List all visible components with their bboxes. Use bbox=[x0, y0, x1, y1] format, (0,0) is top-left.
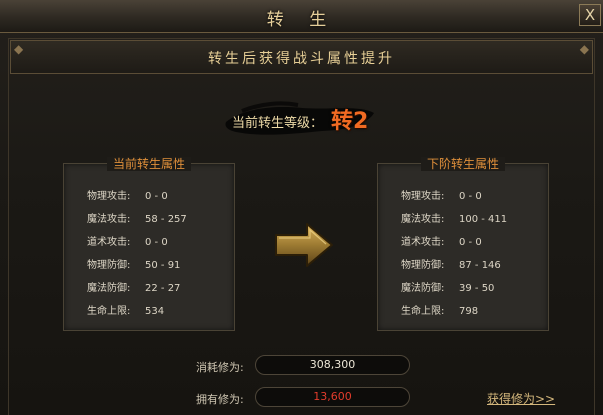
stat-value: 798 bbox=[459, 306, 479, 317]
next-attributes-title: 下阶转生属性 bbox=[420, 157, 505, 171]
stat-row: 物理攻击: 0 - 0 bbox=[401, 187, 546, 202]
stat-name: 魔法攻击: bbox=[401, 214, 445, 225]
stat-name: 魔法防御: bbox=[401, 283, 445, 294]
current-attributes-panel: 当前转生属性 物理攻击: 0 - 0 魔法攻击: 58 - 257 道术攻击: 0 -… bbox=[63, 157, 235, 331]
subtitle-bar: ◆ ◆ 转生后获得战斗属性提升 bbox=[10, 40, 593, 74]
stat-value: 39 - 50 bbox=[459, 283, 495, 294]
stat-value: 0 - 0 bbox=[145, 237, 168, 248]
stat-row: 魔法防御: 39 - 50 bbox=[401, 279, 546, 294]
stat-value: 100 - 411 bbox=[459, 214, 508, 225]
window-title: 转 生 bbox=[266, 10, 337, 30]
current-attributes-title: 当前转生属性 bbox=[106, 157, 191, 171]
cost-label: 消耗修为: bbox=[196, 361, 244, 374]
title-bar[interactable]: 转 生 X bbox=[0, 0, 603, 33]
stat-value: 0 - 0 bbox=[459, 191, 482, 202]
stat-row: 魔法攻击: 58 - 257 bbox=[87, 210, 232, 225]
rebirth-level-value: 转2 bbox=[331, 109, 369, 134]
right-arrow-icon bbox=[275, 223, 333, 267]
stat-value: 50 - 91 bbox=[145, 260, 181, 271]
stat-value: 0 - 0 bbox=[459, 237, 482, 248]
owned-value: 13,600 bbox=[255, 387, 410, 407]
stat-row: 物理防御: 87 - 146 bbox=[401, 256, 546, 271]
stat-name: 物理防御: bbox=[87, 260, 131, 271]
next-attributes-panel: 下阶转生属性 物理攻击: 0 - 0 魔法攻击: 100 - 411 道术攻击: 0 … bbox=[377, 157, 549, 331]
rebirth-window: 转 生 X ◆ ◆ 转生后获得战斗属性提升 当前转生等级： 转2 当前转生属性 … bbox=[0, 0, 603, 415]
owned-label: 拥有修为: bbox=[196, 393, 244, 406]
stat-row: 魔法攻击: 100 - 411 bbox=[401, 210, 546, 225]
cost-value: 308,300 bbox=[255, 355, 410, 375]
stat-name: 魔法防御: bbox=[87, 283, 131, 294]
stat-name: 物理防御: bbox=[401, 260, 445, 271]
stat-row: 道术攻击: 0 - 0 bbox=[401, 233, 546, 248]
subtitle: 转生后获得战斗属性提升 bbox=[208, 51, 395, 67]
stat-row: 生命上限: 534 bbox=[87, 302, 232, 317]
rebirth-level-label: 当前转生等级： bbox=[232, 116, 324, 131]
stat-name: 道术攻击: bbox=[87, 237, 131, 248]
stat-row: 物理攻击: 0 - 0 bbox=[87, 187, 232, 202]
stat-row: 物理防御: 50 - 91 bbox=[87, 256, 232, 271]
stat-name: 物理攻击: bbox=[401, 191, 445, 202]
stat-name: 物理攻击: bbox=[87, 191, 131, 202]
stat-row: 魔法防御: 22 - 27 bbox=[87, 279, 232, 294]
stat-row: 生命上限: 798 bbox=[401, 302, 546, 317]
stat-name: 生命上限: bbox=[87, 306, 131, 317]
stat-name: 生命上限: bbox=[401, 306, 445, 317]
stat-row: 道术攻击: 0 - 0 bbox=[87, 233, 232, 248]
stat-name: 魔法攻击: bbox=[87, 214, 131, 225]
stat-value: 58 - 257 bbox=[145, 214, 187, 225]
obtain-cultivation-link[interactable]: 获得修为>> bbox=[487, 390, 555, 407]
stat-value: 534 bbox=[145, 306, 165, 317]
close-button[interactable]: X bbox=[579, 4, 601, 26]
stat-value: 87 - 146 bbox=[459, 260, 501, 271]
stat-name: 道术攻击: bbox=[401, 237, 445, 248]
stat-value: 22 - 27 bbox=[145, 283, 181, 294]
stat-value: 0 - 0 bbox=[145, 191, 168, 202]
